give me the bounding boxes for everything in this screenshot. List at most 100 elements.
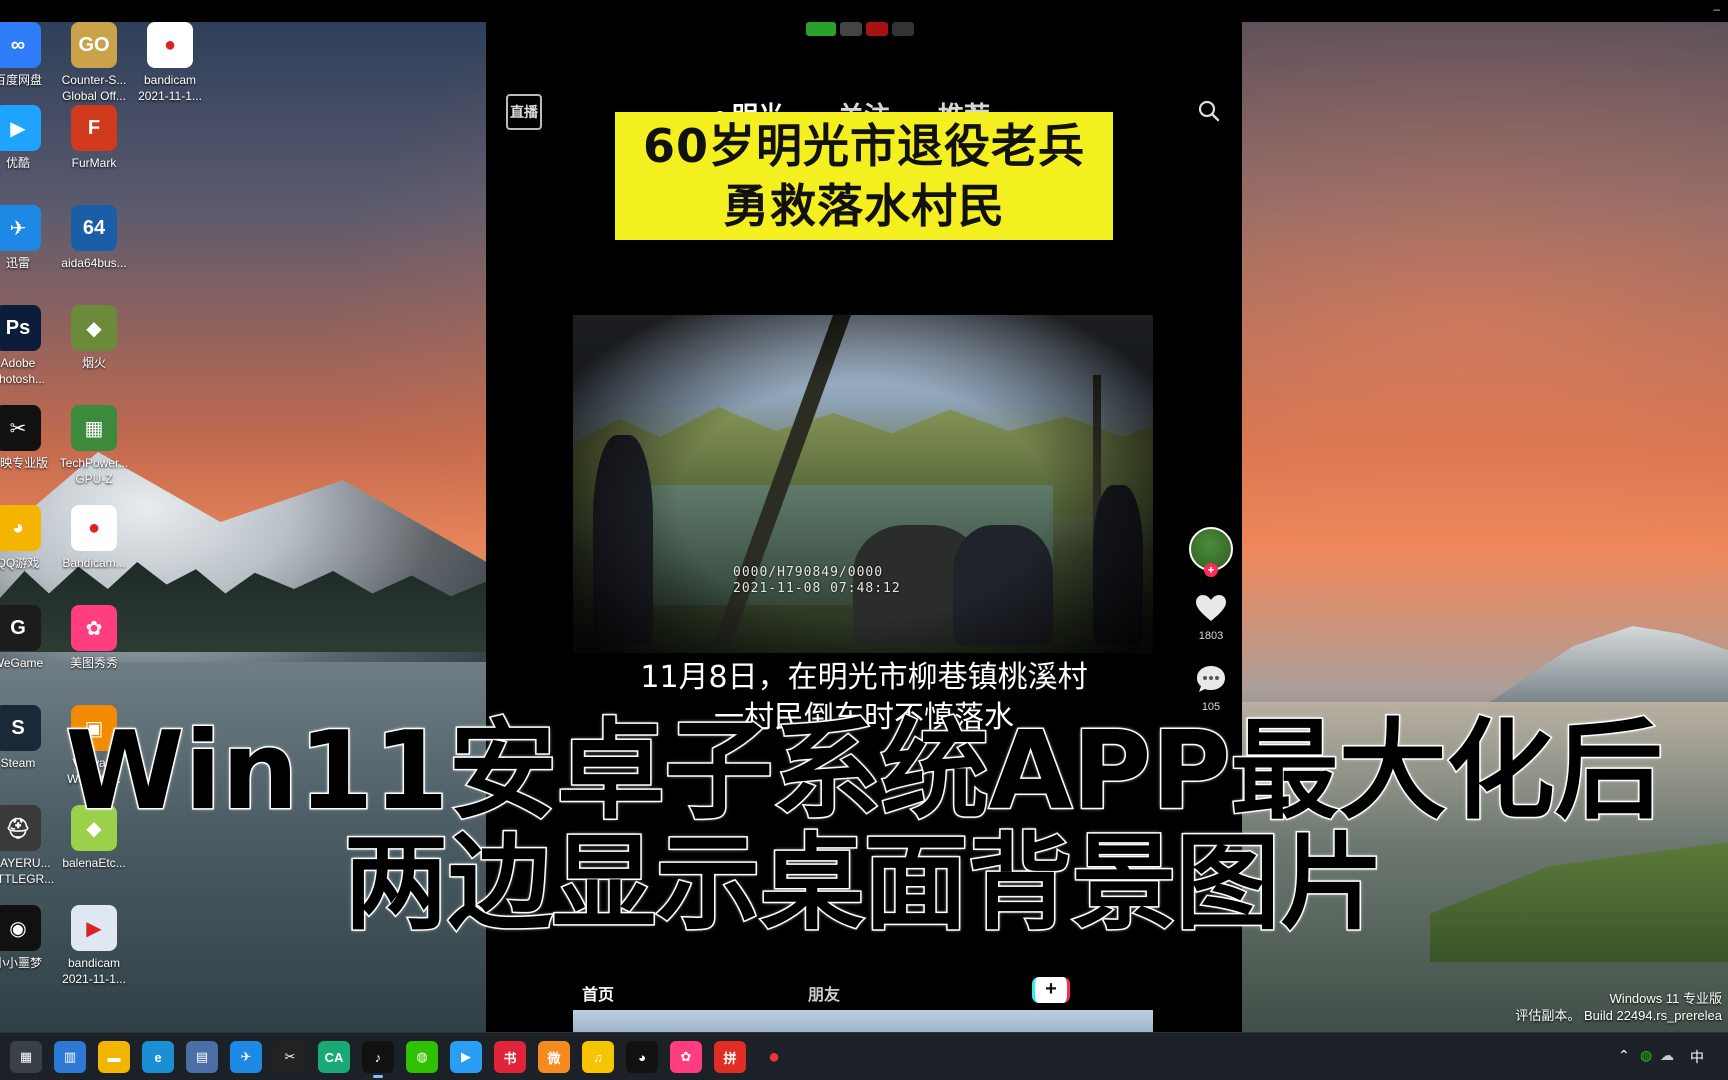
desktop-icon-label: Counter-S... Global Off... bbox=[61, 73, 127, 103]
taskbar-weibo-icon[interactable]: 微 bbox=[538, 1041, 570, 1073]
comment-action[interactable]: 105 bbox=[1186, 664, 1236, 713]
video-stamp-line-2: 2021-11-08 07:48:12 bbox=[733, 581, 901, 596]
live-button[interactable]: 直播 bbox=[506, 94, 542, 130]
desktop-icon-label: bandicam 2021-11-1... bbox=[138, 73, 202, 103]
desktop-icon[interactable]: ▶ 优酷 bbox=[0, 105, 58, 171]
author-avatar[interactable]: + bbox=[1189, 527, 1233, 577]
desktop-icon[interactable]: ● bandicam 2021-11-1... bbox=[130, 22, 210, 104]
overlay-title-line-2: 两边显示桌面背景图片 bbox=[342, 822, 1385, 944]
watermark-line-1: Windows 11 专业版 bbox=[1609, 991, 1722, 1006]
taskbar: ▦ ▥ ▬ e ▤ ✈ ✂ CA ♪ ◍ ▶ 书微 ♫ ◕ ✿ 拼 ● ⌃ ◍ ☁ 中 bbox=[0, 1032, 1728, 1080]
next-video-preview bbox=[573, 1010, 1153, 1032]
create-plus-button[interactable]: + bbox=[1032, 977, 1070, 1003]
desktop-icon-label: FurMark bbox=[71, 156, 117, 170]
app-icon: ✈ bbox=[0, 205, 41, 251]
desktop-icon-label: 迅雷 bbox=[5, 256, 30, 270]
wallpaper-mountain-right bbox=[1490, 626, 1728, 702]
like-count: 1803 bbox=[1198, 630, 1224, 642]
taskbar-widgets-icon[interactable]: ▥ bbox=[54, 1041, 86, 1073]
desktop-icon-label: 小小噩梦 bbox=[0, 956, 42, 970]
desktop-icon-label: 美图秀秀 bbox=[69, 656, 118, 670]
desktop-icon[interactable]: 64 aida64bus... bbox=[54, 205, 134, 271]
app-icon: ▶ bbox=[0, 105, 41, 151]
app-icon: ✿ bbox=[71, 605, 117, 651]
taskbar-explorer-icon[interactable]: ▬ bbox=[98, 1041, 130, 1073]
headline-line-1: 60岁明光市退役老兵 bbox=[642, 119, 1085, 173]
taskbar-xiaohongshu-icon[interactable]: 书 bbox=[494, 1041, 526, 1073]
taskbar-tiktok-icon[interactable]: ♪ bbox=[362, 1041, 394, 1078]
desktop-icon-label: 烟火 bbox=[81, 356, 106, 370]
taskbar-start-icon[interactable]: ▦ bbox=[10, 1041, 42, 1073]
taskbar-edge-icon[interactable]: e bbox=[142, 1041, 174, 1073]
desktop-icon[interactable]: ✂ 剪映专业版 bbox=[0, 405, 58, 471]
app-icon: ∞ bbox=[0, 22, 41, 68]
desktop-icon[interactable]: ◕ QQ游戏 bbox=[0, 505, 58, 571]
desktop-icon[interactable]: G WeGame bbox=[0, 605, 58, 671]
chevron-up-icon[interactable]: ⌃ bbox=[1618, 1047, 1630, 1064]
taskbar-wechat-icon[interactable]: ◍ bbox=[406, 1041, 438, 1073]
minimize-button[interactable]: – bbox=[1713, 2, 1720, 16]
live-label: 直播 bbox=[510, 104, 538, 120]
desktop-icon[interactable]: ✈ 迅雷 bbox=[0, 205, 58, 271]
cloud-icon[interactable]: ☁ bbox=[1660, 1047, 1674, 1064]
bottom-tab-bar: 首页 朋友 + bbox=[486, 977, 1242, 1007]
video-timestamp: 0000/H790849/0000 2021-11-08 07:48:12 bbox=[733, 565, 901, 597]
desktop-icon-label: Adobe Photosh... bbox=[0, 356, 46, 386]
heart-icon bbox=[1196, 595, 1226, 621]
taskbar-player-icon[interactable]: ▶ bbox=[450, 1041, 482, 1073]
tab-home[interactable]: 首页 bbox=[582, 981, 614, 1005]
desktop-icon-label: QQ游戏 bbox=[0, 556, 40, 570]
app-icon: ✂ bbox=[0, 405, 41, 451]
desktop-icon-label: TechPower... GPU-Z bbox=[59, 456, 129, 486]
caption-line-1: 11月8日，在明光市柳巷镇桃溪村 bbox=[640, 660, 1088, 695]
desktop-icon-label: bandicam 2021-11-1... bbox=[62, 956, 126, 986]
desktop-icon[interactable]: ◆ 烟火 bbox=[54, 305, 134, 371]
taskbar-meitu-icon[interactable]: ✿ bbox=[670, 1041, 702, 1073]
search-icon[interactable] bbox=[1198, 100, 1220, 122]
desktop-icon[interactable]: Ps Adobe Photosh... bbox=[0, 305, 58, 387]
desktop-icon-label: 剪映专业版 bbox=[0, 456, 48, 470]
app-logo bbox=[806, 22, 926, 40]
tab-friends[interactable]: 朋友 bbox=[808, 981, 840, 1005]
taskbar-store-icon[interactable]: ▤ bbox=[186, 1041, 218, 1073]
app-icon: Ps bbox=[0, 305, 41, 351]
taskbar-qq-icon[interactable]: ◕ bbox=[626, 1041, 658, 1073]
app-icon: ▦ bbox=[71, 405, 117, 451]
desktop-icon[interactable]: ● Bandicam... bbox=[54, 505, 134, 571]
taskbar-xunlei-icon[interactable]: ✈ bbox=[230, 1041, 262, 1073]
video-player[interactable]: 0000/H790849/0000 2021-11-08 07:48:12 bbox=[573, 315, 1153, 653]
headline-line-2: 勇救落水村民 bbox=[723, 179, 1005, 233]
app-icon: G bbox=[0, 605, 41, 651]
desktop-icon[interactable]: ∞ 百度网盘 bbox=[0, 22, 58, 88]
overlay-title-line-1: Win11安卓子系统APP最大化后 bbox=[64, 709, 1664, 834]
video-vignette bbox=[573, 315, 1153, 653]
desktop-icon[interactable]: ▦ TechPower... GPU-Z bbox=[54, 405, 134, 487]
app-icon: ◆ bbox=[71, 305, 117, 351]
desktop-icon-label: 优酷 bbox=[5, 156, 30, 170]
desktop-icon-label: WeGame bbox=[0, 656, 44, 670]
desktop-icon-label: 百度网盘 bbox=[0, 73, 42, 87]
app-icon: GO bbox=[71, 22, 117, 68]
watermark-line-2: 评估副本。 Build 22494.rs_prerelea bbox=[1515, 1008, 1722, 1023]
like-action[interactable]: 1803 bbox=[1186, 593, 1236, 642]
taskbar-pdd-icon[interactable]: 拼 bbox=[714, 1041, 746, 1073]
taskbar-music-icon[interactable]: ♫ bbox=[582, 1041, 614, 1073]
taskbar-aicode-icon[interactable]: CA bbox=[318, 1041, 350, 1073]
taskbar-capcut-icon[interactable]: ✂ bbox=[274, 1041, 306, 1073]
follow-plus-icon[interactable]: + bbox=[1204, 563, 1218, 577]
wechat-tray-icon[interactable]: ◍ bbox=[1640, 1047, 1652, 1064]
desktop-icon[interactable]: ✿ 美图秀秀 bbox=[54, 605, 134, 671]
top-strip: – bbox=[0, 0, 1728, 22]
side-actions: + 1803 105 bbox=[1186, 527, 1236, 713]
taskbar-record-icon[interactable]: ● bbox=[758, 1041, 790, 1073]
desktop-icon[interactable]: GO Counter-S... Global Off... bbox=[54, 22, 134, 104]
desktop-icon-label: Bandicam... bbox=[62, 556, 126, 570]
ime-indicator[interactable]: 中 bbox=[1690, 1047, 1704, 1067]
video-stamp-line-1: 0000/H790849/0000 bbox=[733, 565, 884, 580]
comment-icon bbox=[1197, 666, 1225, 692]
app-icon: 64 bbox=[71, 205, 117, 251]
desktop-icon[interactable]: F FurMark bbox=[54, 105, 134, 171]
headline-banner: 60岁明光市退役老兵 勇救落水村民 bbox=[615, 112, 1113, 240]
windows-watermark: Windows 11 专业版 评估副本。 Build 22494.rs_prer… bbox=[1515, 990, 1722, 1024]
app-icon: ● bbox=[71, 505, 117, 551]
